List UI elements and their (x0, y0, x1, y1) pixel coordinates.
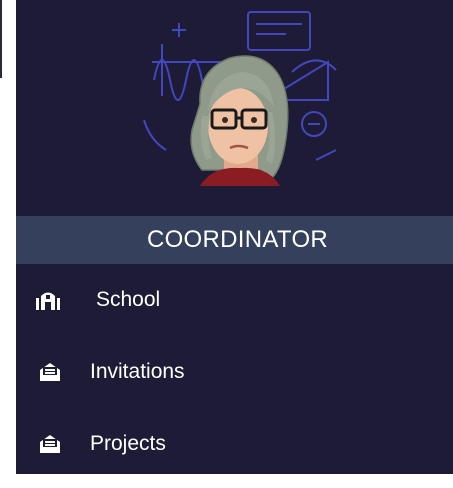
page-edge-divider (0, 0, 2, 78)
sidebar-item-invitations[interactable]: Invitations (16, 344, 453, 400)
sidebar-item-label: School (96, 288, 161, 311)
envelope-icon (40, 363, 60, 381)
role-label: COORDINATOR (146, 226, 329, 253)
sidebar-item-school[interactable]: School (16, 272, 453, 328)
role-banner: COORDINATOR (16, 216, 453, 264)
sidebar-item-label: Projects (90, 432, 166, 455)
school-icon (36, 292, 60, 310)
sidebar-item-label: Invitations (90, 360, 185, 383)
envelope-icon (40, 435, 60, 453)
avatar (143, 11, 337, 186)
avatar-header (16, 0, 453, 216)
sidebar-item-projects[interactable]: Projects (16, 416, 453, 472)
sidebar: COORDINATOR School Invitations Projects (16, 0, 453, 474)
